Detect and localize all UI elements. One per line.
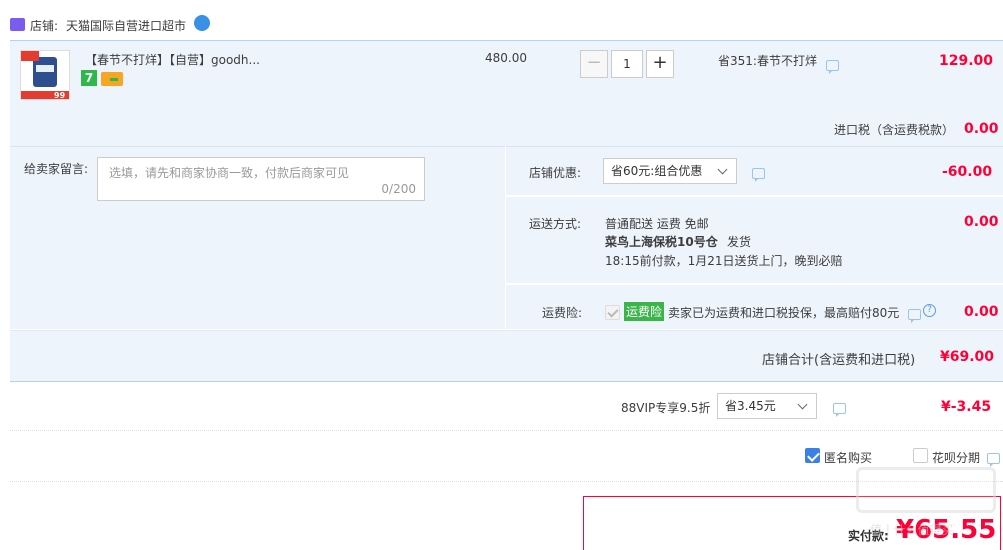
shipping-row: 运送方式: 普通配送 运费 免邮 菜鸟上海保税10号仓 发货 18:15前付款，…: [506, 196, 1003, 283]
item-title-link[interactable]: 【春节不打烊】【自营】goodh...: [85, 51, 260, 68]
shop-label: 店铺:: [30, 19, 59, 33]
quantity-increase-button[interactable]: +: [646, 50, 674, 78]
insurance-text: 卖家已为运费和进口税投保，最高赔付80元: [668, 306, 900, 320]
import-tax-value: 0.00: [964, 121, 999, 137]
shop-discount-value: -60.00: [942, 164, 993, 180]
item-promo-text: 省351:春节不打烊: [718, 54, 817, 68]
help-question-icon[interactable]: ?: [923, 304, 936, 317]
promo-chat-icon[interactable]: [826, 60, 839, 74]
quantity-stepper: − +: [580, 50, 676, 78]
shipping-warehouse: 菜鸟上海保税10号仓: [605, 235, 718, 249]
shipping-dispatch: 发货: [727, 235, 752, 249]
wangwang-chat-icon[interactable]: [194, 15, 210, 31]
shop-total-label: 店铺合计(含运费和进口税): [762, 353, 916, 368]
shipping-line1: 普通配送 运费 免邮: [605, 217, 709, 231]
item-thumbnail[interactable]: 99: [20, 50, 70, 100]
message-placeholder: 选填，请先和商家协商一致，付款后商家可见: [109, 166, 350, 180]
shop-name-link[interactable]: 天猫国际自营进口超市: [66, 17, 186, 34]
vip-discount-selected: 省3.45元: [725, 399, 776, 413]
discount-chat-icon[interactable]: [752, 168, 765, 182]
shop-discount-label: 店铺优惠:: [529, 166, 582, 180]
seven-day-return-badge: 7: [81, 70, 97, 86]
message-label: 给卖家留言:: [24, 162, 89, 176]
watermark-logo-icon: [856, 467, 996, 513]
shipping-label: 运送方式:: [529, 217, 582, 231]
shop-total-row: 店铺合计(含运费和进口税) ¥69.00: [10, 330, 1003, 382]
card-badge-icon: [101, 72, 123, 86]
vip-value: ¥-3.45: [941, 399, 992, 415]
insurance-tag: 运费险: [624, 302, 665, 321]
message-counter: 0/200: [381, 182, 416, 196]
quantity-input[interactable]: [611, 50, 643, 78]
shipping-eta: 18:15前付款，1月21日送货上门，晚到必赔: [605, 254, 843, 268]
quantity-decrease-button[interactable]: −: [580, 50, 608, 78]
shop-discount-row: 店铺优惠: 省60元:组合优惠 -60.00: [506, 146, 1003, 195]
chevron-down-icon: [797, 399, 808, 410]
vip-chat-icon[interactable]: [833, 403, 846, 417]
order-item-band: 99 【春节不打烊】【自营】goodh... 7 480.00 − + 省351…: [10, 40, 1003, 146]
vip-label: 88VIP专享9.5折: [621, 401, 711, 415]
insurance-row: 运费险: 运费险 卖家已为运费和进口税投保，最高赔付80元 ? 0.00: [506, 284, 1003, 329]
chevron-down-icon: [717, 164, 728, 175]
shop-header: 店铺: 天猫国际自营进口超市: [0, 0, 1003, 40]
shop-total-value: ¥69.00: [940, 349, 995, 365]
insurance-value: 0.00: [964, 304, 999, 320]
shop-icon: [10, 18, 25, 31]
shipping-value: 0.00: [964, 214, 999, 230]
insurance-checkbox: [605, 305, 620, 320]
vip-discount-select[interactable]: 省3.45元: [717, 393, 817, 419]
shop-discount-selected: 省60元:组合优惠: [611, 164, 703, 178]
insurance-chat-icon[interactable]: [908, 309, 921, 323]
thumb-price-tag: 99: [54, 91, 66, 100]
insurance-label: 运费险:: [542, 306, 583, 320]
vip-row: 88VIP专享9.5折 省3.45元 ¥-3.45: [10, 383, 1003, 431]
message-panel: 给卖家留言: 选填，请先和商家协商一致，付款后商家可见 0/200: [10, 146, 505, 329]
item-unit-price: 480.00: [485, 51, 527, 65]
import-tax-label: 进口税（含运费税款）: [834, 123, 955, 137]
watermark-text: 值 | 什么值得买: [870, 523, 954, 537]
site-watermark: 值 | 什么值得买: [850, 463, 1000, 547]
huabei-checkbox[interactable]: [913, 448, 928, 463]
anonymous-checkbox[interactable]: [805, 448, 820, 463]
shop-discount-select[interactable]: 省60元:组合优惠: [603, 158, 737, 184]
message-textarea[interactable]: 选填，请先和商家协商一致，付款后商家可见 0/200: [97, 157, 425, 201]
item-subtotal: 129.00: [939, 53, 994, 69]
